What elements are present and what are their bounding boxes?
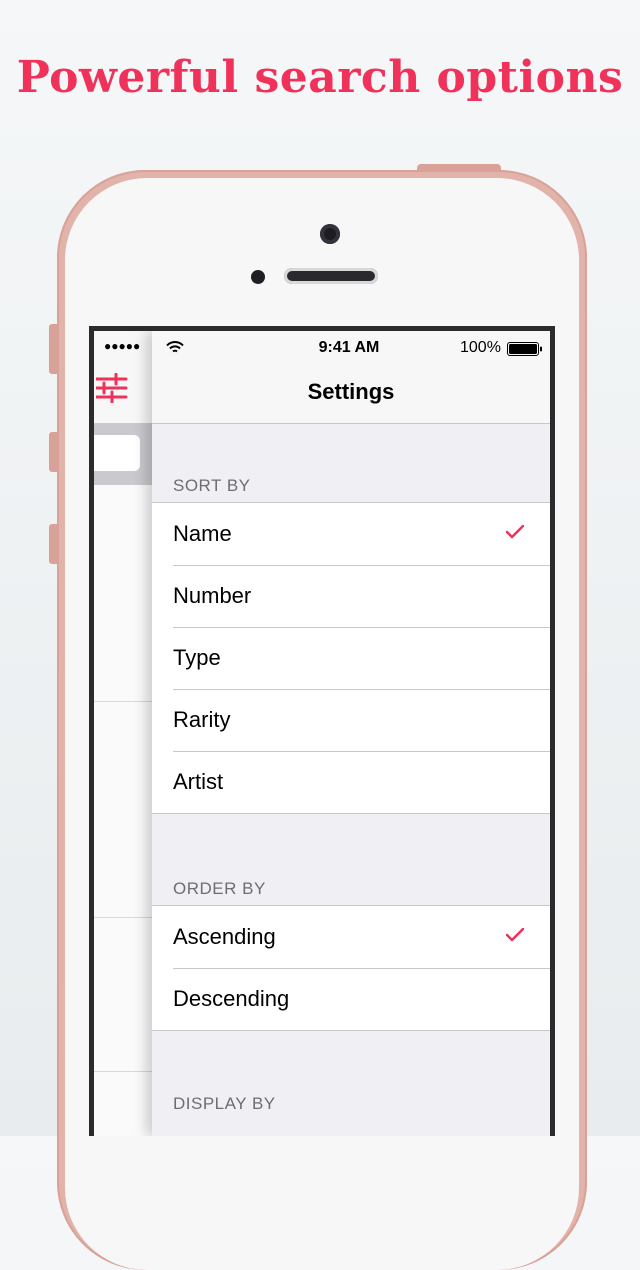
section-header-display-by: DISPLAY BY [173,1094,276,1113]
back-panel [94,331,152,1136]
battery-percentage: 100% [460,339,501,356]
sort-option-name[interactable]: Name [152,503,550,565]
checkmark-icon [505,927,525,947]
mute-switch [49,324,57,374]
status-bar: ●●●●● 9:41 AM 100% [94,331,550,365]
row-label: Rarity [173,707,231,732]
sort-option-type[interactable]: Type [152,627,550,689]
filter-icon[interactable] [94,372,128,408]
divider [94,1071,152,1072]
page-title: Settings [307,379,395,404]
row-label: Ascending [173,924,276,949]
back-search-field[interactable] [94,435,140,471]
section-header-order-by: ORDER BY [173,879,266,898]
volume-down-button [49,524,57,564]
row-label: Artist [173,769,224,794]
screen-content: Settings SORT BY Name Number Type Rarity [94,331,550,1136]
battery-icon [507,342,543,361]
sort-option-artist[interactable]: Artist [152,751,550,813]
phone-screen: Settings SORT BY Name Number Type Rarity [89,326,555,1136]
divider [94,701,152,702]
sort-by-group: Name Number Type Rarity Artist [152,502,550,814]
checkmark-icon [505,524,525,544]
front-camera [320,224,340,244]
row-label: Type [173,645,221,670]
order-by-group: Ascending Descending [152,905,550,1031]
divider [94,917,152,918]
earpiece-speaker [284,268,378,284]
row-label: Number [173,583,252,608]
proximity-sensor [251,270,265,284]
volume-up-button [49,432,57,472]
section-header-sort-by: SORT BY [173,476,251,495]
order-option-ascending[interactable]: Ascending [152,906,550,968]
order-option-descending[interactable]: Descending [152,968,550,1030]
row-label: Descending [173,986,290,1011]
headline: Powerful search options [16,52,624,103]
row-label: Name [173,521,232,546]
power-button [417,164,501,172]
settings-panel: Settings SORT BY Name Number Type Rarity [152,331,550,1136]
sort-option-number[interactable]: Number [152,565,550,627]
sort-option-rarity[interactable]: Rarity [152,689,550,751]
